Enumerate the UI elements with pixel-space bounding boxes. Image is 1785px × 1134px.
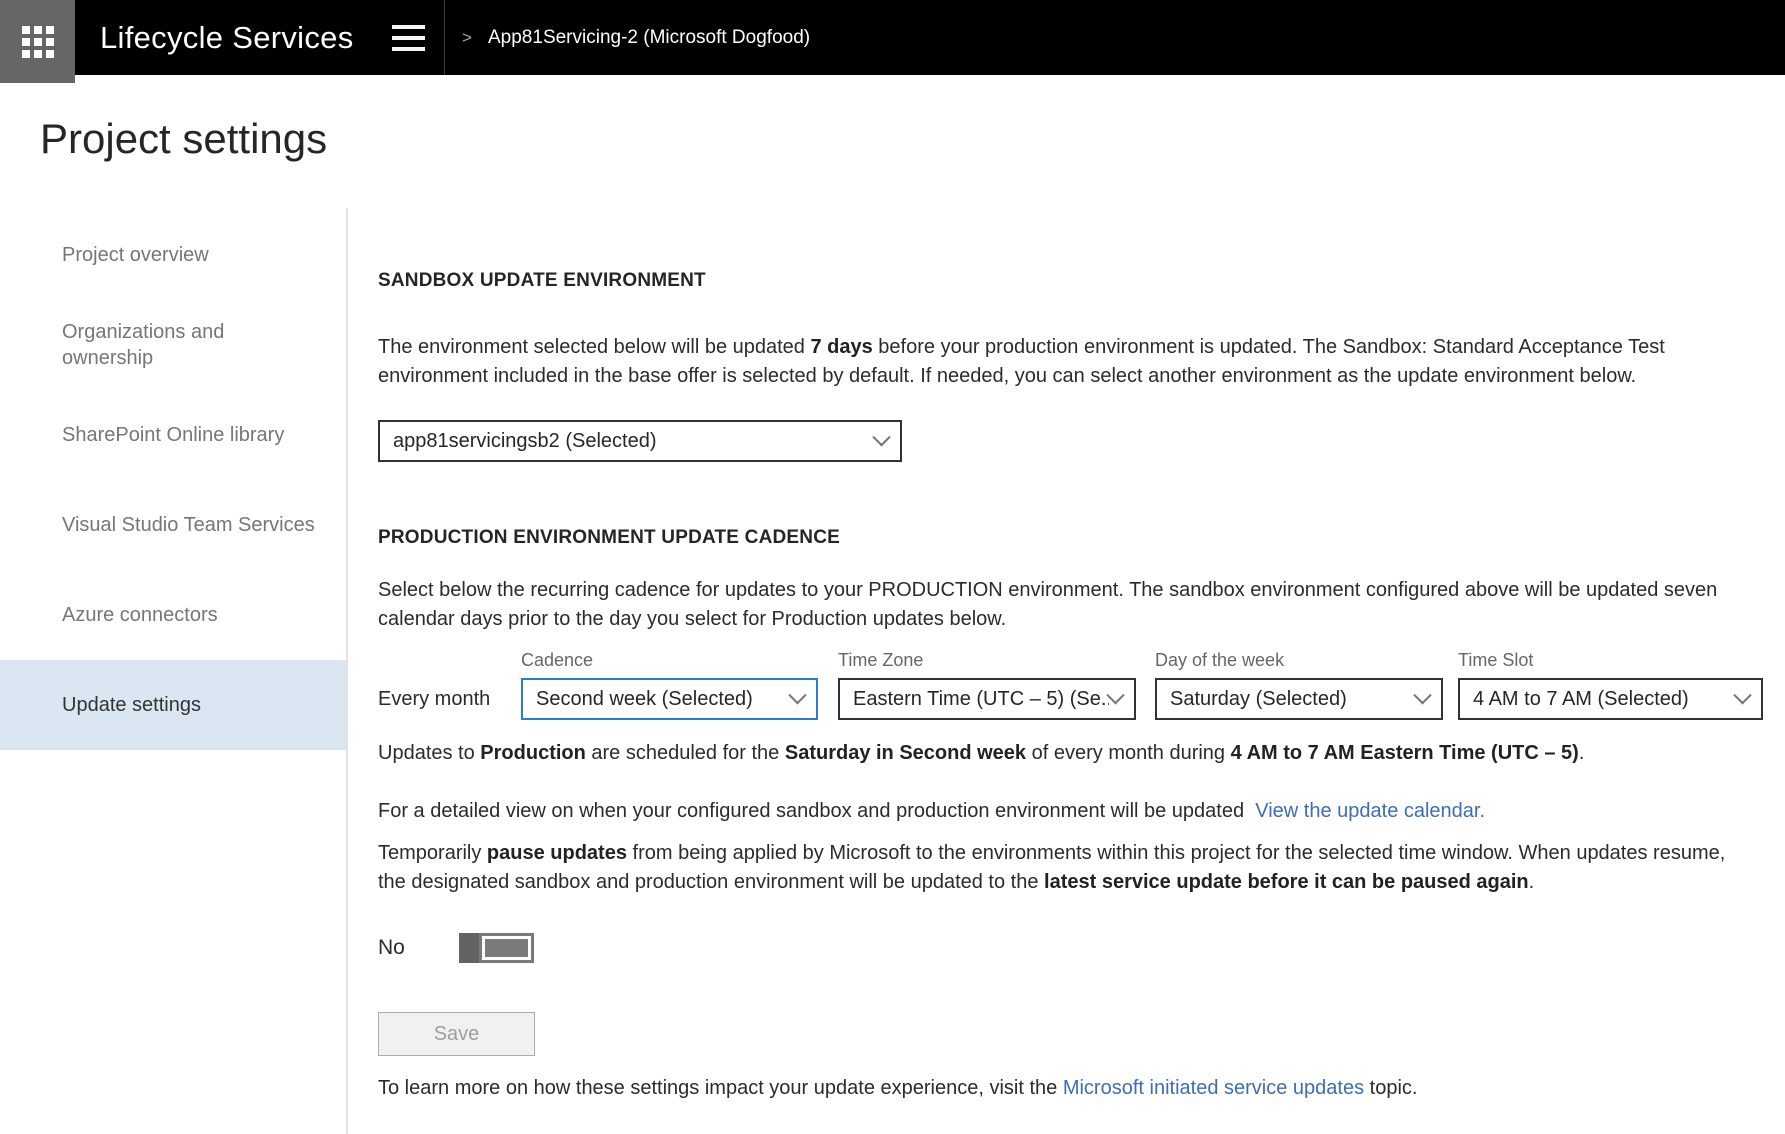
chevron-down-icon: [1106, 686, 1124, 704]
cadence-select[interactable]: Second week (Selected): [521, 678, 818, 720]
chevron-down-icon: [872, 428, 890, 446]
view-update-calendar-link[interactable]: View the update calendar.: [1255, 800, 1485, 822]
sandbox-section-heading: SANDBOX UPDATE ENVIRONMENT: [378, 271, 1768, 290]
cadence-field-label: Cadence: [521, 650, 818, 671]
calendar-detail-line: For a detailed view on when your configu…: [378, 801, 1768, 822]
cadence-section-heading: PRODUCTION ENVIRONMENT UPDATE CADENCE: [378, 528, 1768, 547]
cadence-select-value: Second week (Selected): [536, 688, 753, 711]
save-button[interactable]: Save: [378, 1012, 535, 1056]
time-slot-field: Time Slot 4 AM to 7 AM (Selected): [1458, 650, 1763, 720]
sandbox-environment-select[interactable]: app81servicingsb2 (Selected): [378, 420, 902, 462]
pause-toggle-row: No: [378, 933, 1768, 963]
cadence-description: Select below the recurring cadence for u…: [378, 576, 1740, 634]
learn-more-line: To learn more on how these settings impa…: [378, 1078, 1768, 1099]
time-slot-select-value: 4 AM to 7 AM (Selected): [1473, 688, 1689, 711]
chevron-down-icon: [1413, 686, 1431, 704]
service-updates-topic-link[interactable]: Microsoft initiated service updates: [1063, 1077, 1364, 1099]
time-slot-select[interactable]: 4 AM to 7 AM (Selected): [1458, 678, 1763, 720]
sidebar-item-azure-connectors[interactable]: Azure connectors: [0, 570, 346, 660]
time-slot-field-label: Time Slot: [1458, 650, 1763, 671]
day-of-week-field: Day of the week Saturday (Selected): [1155, 650, 1443, 720]
sidebar-item-project-overview[interactable]: Project overview: [0, 210, 346, 300]
day-of-week-field-label: Day of the week: [1155, 650, 1443, 671]
time-zone-select[interactable]: Eastern Time (UTC – 5) (Se...: [838, 678, 1136, 720]
frequency-label: Every month: [378, 678, 521, 720]
project-settings-page: Lifecycle Services > App81Servicing-2 (M…: [0, 0, 1785, 1134]
toggle-track: [479, 933, 534, 963]
time-zone-field: Time Zone Eastern Time (UTC – 5) (Se...: [838, 650, 1136, 720]
sidebar: Project overview Organizations and owner…: [0, 210, 346, 750]
pause-description: Temporarily pause updates from being app…: [378, 839, 1740, 897]
chevron-down-icon: [788, 686, 806, 704]
app-launcher-button[interactable]: [0, 0, 75, 83]
time-zone-select-value: Eastern Time (UTC – 5) (Se...: [853, 688, 1109, 711]
sidebar-item-organizations-and-ownership[interactable]: Organizations and ownership: [0, 300, 346, 390]
sidebar-divider: [346, 208, 348, 1134]
page-title: Project settings: [40, 116, 327, 162]
cadence-controls-row: Every month Cadence Second week (Selecte…: [378, 650, 1768, 720]
sidebar-item-visual-studio-team-services[interactable]: Visual Studio Team Services: [0, 480, 346, 570]
chevron-down-icon: [1733, 686, 1751, 704]
toggle-knob: [459, 933, 479, 963]
schedule-summary: Updates to Production are scheduled for …: [378, 743, 1768, 764]
pause-updates-toggle[interactable]: [459, 933, 534, 963]
sidebar-item-update-settings[interactable]: Update settings: [0, 660, 346, 750]
sandbox-description: The environment selected below will be u…: [378, 333, 1740, 391]
app-title: Lifecycle Services: [100, 20, 354, 56]
pause-toggle-state-label: No: [378, 936, 459, 960]
cadence-field: Cadence Second week (Selected): [521, 650, 818, 720]
day-of-week-select[interactable]: Saturday (Selected): [1155, 678, 1443, 720]
main-content: SANDBOX UPDATE ENVIRONMENT The environme…: [378, 0, 1768, 1099]
day-of-week-select-value: Saturday (Selected): [1170, 688, 1347, 711]
waffle-icon: [22, 26, 54, 58]
sandbox-environment-value: app81servicingsb2 (Selected): [393, 430, 657, 453]
time-zone-field-label: Time Zone: [838, 650, 1136, 671]
sidebar-item-sharepoint-online-library[interactable]: SharePoint Online library: [0, 390, 346, 480]
